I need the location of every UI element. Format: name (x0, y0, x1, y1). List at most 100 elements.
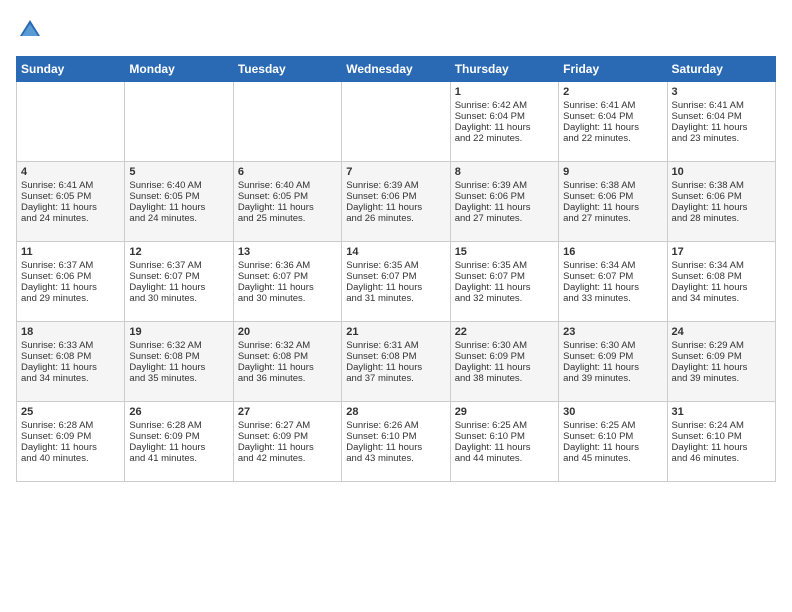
calendar-cell: 19Sunrise: 6:32 AMSunset: 6:08 PMDayligh… (125, 322, 233, 402)
day-info: and 32 minutes. (455, 293, 554, 304)
calendar-cell (342, 82, 450, 162)
day-number: 6 (238, 166, 337, 178)
day-info: Sunset: 6:08 PM (238, 351, 337, 362)
day-info: Daylight: 11 hours (563, 362, 662, 373)
day-info: Sunrise: 6:38 AM (672, 180, 771, 191)
day-info: and 41 minutes. (129, 453, 228, 464)
day-number: 27 (238, 406, 337, 418)
day-info: Daylight: 11 hours (455, 362, 554, 373)
day-info: and 39 minutes. (672, 373, 771, 384)
day-info: and 44 minutes. (455, 453, 554, 464)
day-info: Sunrise: 6:30 AM (455, 340, 554, 351)
day-info: Sunset: 6:04 PM (672, 111, 771, 122)
day-info: Sunrise: 6:41 AM (21, 180, 120, 191)
day-number: 1 (455, 86, 554, 98)
day-info: Daylight: 11 hours (672, 362, 771, 373)
calendar-cell: 18Sunrise: 6:33 AMSunset: 6:08 PMDayligh… (17, 322, 125, 402)
day-info: Sunset: 6:08 PM (672, 271, 771, 282)
day-header-thursday: Thursday (450, 57, 558, 82)
calendar-cell: 12Sunrise: 6:37 AMSunset: 6:07 PMDayligh… (125, 242, 233, 322)
day-info: and 36 minutes. (238, 373, 337, 384)
day-info: Sunrise: 6:40 AM (129, 180, 228, 191)
day-info: Daylight: 11 hours (563, 202, 662, 213)
day-number: 24 (672, 326, 771, 338)
calendar-cell: 15Sunrise: 6:35 AMSunset: 6:07 PMDayligh… (450, 242, 558, 322)
day-info: Sunset: 6:09 PM (672, 351, 771, 362)
day-info: Sunset: 6:10 PM (672, 431, 771, 442)
day-info: Sunrise: 6:29 AM (672, 340, 771, 351)
day-info: Daylight: 11 hours (346, 442, 445, 453)
day-info: and 39 minutes. (563, 373, 662, 384)
day-number: 16 (563, 246, 662, 258)
calendar-cell: 1Sunrise: 6:42 AMSunset: 6:04 PMDaylight… (450, 82, 558, 162)
day-info: and 45 minutes. (563, 453, 662, 464)
day-number: 9 (563, 166, 662, 178)
day-info: Sunset: 6:06 PM (563, 191, 662, 202)
calendar-cell: 3Sunrise: 6:41 AMSunset: 6:04 PMDaylight… (667, 82, 775, 162)
week-row-3: 11Sunrise: 6:37 AMSunset: 6:06 PMDayligh… (17, 242, 776, 322)
day-info: Sunset: 6:07 PM (129, 271, 228, 282)
day-info: Sunset: 6:06 PM (346, 191, 445, 202)
day-info: and 30 minutes. (129, 293, 228, 304)
day-info: Sunrise: 6:40 AM (238, 180, 337, 191)
day-info: and 46 minutes. (672, 453, 771, 464)
day-info: Sunset: 6:04 PM (455, 111, 554, 122)
day-info: Sunrise: 6:39 AM (346, 180, 445, 191)
calendar-cell: 6Sunrise: 6:40 AMSunset: 6:05 PMDaylight… (233, 162, 341, 242)
day-number: 8 (455, 166, 554, 178)
day-info: Daylight: 11 hours (238, 362, 337, 373)
day-info: and 38 minutes. (455, 373, 554, 384)
day-number: 20 (238, 326, 337, 338)
day-info: Daylight: 11 hours (346, 202, 445, 213)
day-info: Daylight: 11 hours (672, 442, 771, 453)
day-info: Sunrise: 6:35 AM (455, 260, 554, 271)
day-info: Sunrise: 6:36 AM (238, 260, 337, 271)
day-info: Sunrise: 6:30 AM (563, 340, 662, 351)
day-info: Sunrise: 6:39 AM (455, 180, 554, 191)
day-info: Sunrise: 6:24 AM (672, 420, 771, 431)
calendar-cell: 28Sunrise: 6:26 AMSunset: 6:10 PMDayligh… (342, 402, 450, 482)
day-number: 12 (129, 246, 228, 258)
day-number: 23 (563, 326, 662, 338)
day-info: Daylight: 11 hours (672, 202, 771, 213)
week-row-4: 18Sunrise: 6:33 AMSunset: 6:08 PMDayligh… (17, 322, 776, 402)
day-info: Sunrise: 6:28 AM (21, 420, 120, 431)
day-info: Sunset: 6:05 PM (129, 191, 228, 202)
day-info: Sunset: 6:07 PM (238, 271, 337, 282)
day-number: 3 (672, 86, 771, 98)
day-number: 31 (672, 406, 771, 418)
calendar-cell: 26Sunrise: 6:28 AMSunset: 6:09 PMDayligh… (125, 402, 233, 482)
day-info: Daylight: 11 hours (238, 202, 337, 213)
week-row-5: 25Sunrise: 6:28 AMSunset: 6:09 PMDayligh… (17, 402, 776, 482)
day-number: 18 (21, 326, 120, 338)
day-info: and 22 minutes. (563, 133, 662, 144)
day-info: Sunset: 6:10 PM (563, 431, 662, 442)
day-number: 11 (21, 246, 120, 258)
day-info: Sunrise: 6:35 AM (346, 260, 445, 271)
day-info: Sunrise: 6:33 AM (21, 340, 120, 351)
calendar-cell: 8Sunrise: 6:39 AMSunset: 6:06 PMDaylight… (450, 162, 558, 242)
calendar-cell: 14Sunrise: 6:35 AMSunset: 6:07 PMDayligh… (342, 242, 450, 322)
calendar-cell: 4Sunrise: 6:41 AMSunset: 6:05 PMDaylight… (17, 162, 125, 242)
day-info: Daylight: 11 hours (346, 362, 445, 373)
day-info: Sunset: 6:09 PM (238, 431, 337, 442)
calendar-cell: 29Sunrise: 6:25 AMSunset: 6:10 PMDayligh… (450, 402, 558, 482)
day-info: Sunrise: 6:32 AM (238, 340, 337, 351)
day-info: Sunrise: 6:28 AM (129, 420, 228, 431)
day-info: and 29 minutes. (21, 293, 120, 304)
day-number: 30 (563, 406, 662, 418)
day-info: and 43 minutes. (346, 453, 445, 464)
day-header-tuesday: Tuesday (233, 57, 341, 82)
day-info: and 27 minutes. (563, 213, 662, 224)
calendar-cell: 17Sunrise: 6:34 AMSunset: 6:08 PMDayligh… (667, 242, 775, 322)
calendar-cell: 24 Sunrise: 6:29 AMSunset: 6:09 PMDayligh… (667, 322, 775, 402)
day-info: Daylight: 11 hours (129, 282, 228, 293)
day-info: Sunset: 6:08 PM (346, 351, 445, 362)
day-info: Sunset: 6:09 PM (129, 431, 228, 442)
day-info: and 27 minutes. (455, 213, 554, 224)
day-info: and 23 minutes. (672, 133, 771, 144)
day-info: Sunrise: 6:42 AM (455, 100, 554, 111)
day-info: Daylight: 11 hours (346, 282, 445, 293)
day-info: Sunset: 6:05 PM (21, 191, 120, 202)
day-info: Daylight: 11 hours (21, 282, 120, 293)
